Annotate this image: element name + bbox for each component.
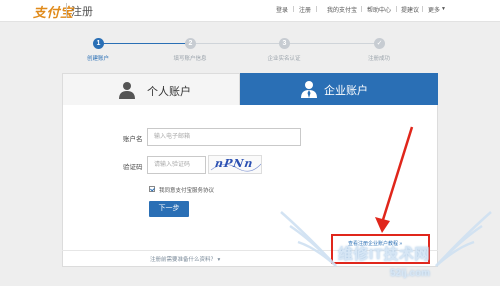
step-2-label: 填写账户信息 xyxy=(173,56,207,62)
person-icon xyxy=(119,82,135,99)
step-1-label: 创建账户 xyxy=(86,56,109,62)
nav-divider xyxy=(361,6,362,12)
nav-more-menu[interactable]: 更多 xyxy=(428,5,440,14)
watermark-url: 52ij.com xyxy=(390,268,431,279)
nav-login-link[interactable]: 登录 xyxy=(276,5,288,14)
step-3-indicator: 3 xyxy=(279,38,290,49)
step-4-label: 注册成功 xyxy=(367,56,390,62)
captcha-input[interactable] xyxy=(147,156,206,174)
step-connector xyxy=(190,43,282,44)
tab-personal-account[interactable]: 个人账户 xyxy=(62,73,240,105)
watermark-text: 维修IT技术网 xyxy=(338,246,430,263)
captcha-label: 验证码 xyxy=(123,164,143,171)
alipay-logo[interactable]: 支付宝 xyxy=(33,2,74,21)
account-name-label: 账户名 xyxy=(123,136,143,143)
captcha-text: nPNn xyxy=(214,157,255,170)
top-header: 支付宝 注册 登录 注册 我的支付宝 帮助中心 提建议 更多 ▼ xyxy=(0,0,500,22)
tab-enterprise-label: 企业账户 xyxy=(324,85,368,97)
step-connector xyxy=(98,43,190,44)
step-2-indicator: 2 xyxy=(185,38,196,49)
registration-requirements-link[interactable]: 注册前需要准备什么资料？ ▾ xyxy=(150,255,220,263)
next-step-button[interactable]: 下一步 xyxy=(149,201,189,217)
page-title: 注册 xyxy=(71,6,93,18)
nav-register-link[interactable]: 注册 xyxy=(299,5,311,14)
nav-feedback-link[interactable]: 提建议 xyxy=(401,5,419,14)
chevron-down-icon[interactable]: ▼ xyxy=(441,6,446,12)
tab-personal-label: 个人账户 xyxy=(147,86,191,98)
captcha-image[interactable]: nPNn xyxy=(208,155,262,174)
agree-terms-checkbox[interactable] xyxy=(149,186,155,192)
nav-divider xyxy=(422,6,423,12)
business-person-icon xyxy=(301,81,317,98)
nav-help-center-link[interactable]: 帮助中心 xyxy=(367,5,391,14)
step-done-check-icon: ✓ xyxy=(374,38,385,49)
account-name-input[interactable] xyxy=(147,128,301,146)
step-connector xyxy=(282,43,379,44)
step-1-indicator: 1 xyxy=(93,38,104,49)
logo-divider xyxy=(66,3,67,18)
tab-enterprise-account[interactable]: 企业账户 xyxy=(240,73,438,105)
nav-divider xyxy=(396,6,397,12)
nav-divider xyxy=(293,6,294,12)
nav-my-alipay-link[interactable]: 我的支付宝 xyxy=(327,5,357,14)
nav-divider xyxy=(316,6,317,12)
agree-terms-label[interactable]: 我同意支付宝服务协议 xyxy=(159,186,214,194)
step-3-label: 企业实名认证 xyxy=(267,56,301,62)
